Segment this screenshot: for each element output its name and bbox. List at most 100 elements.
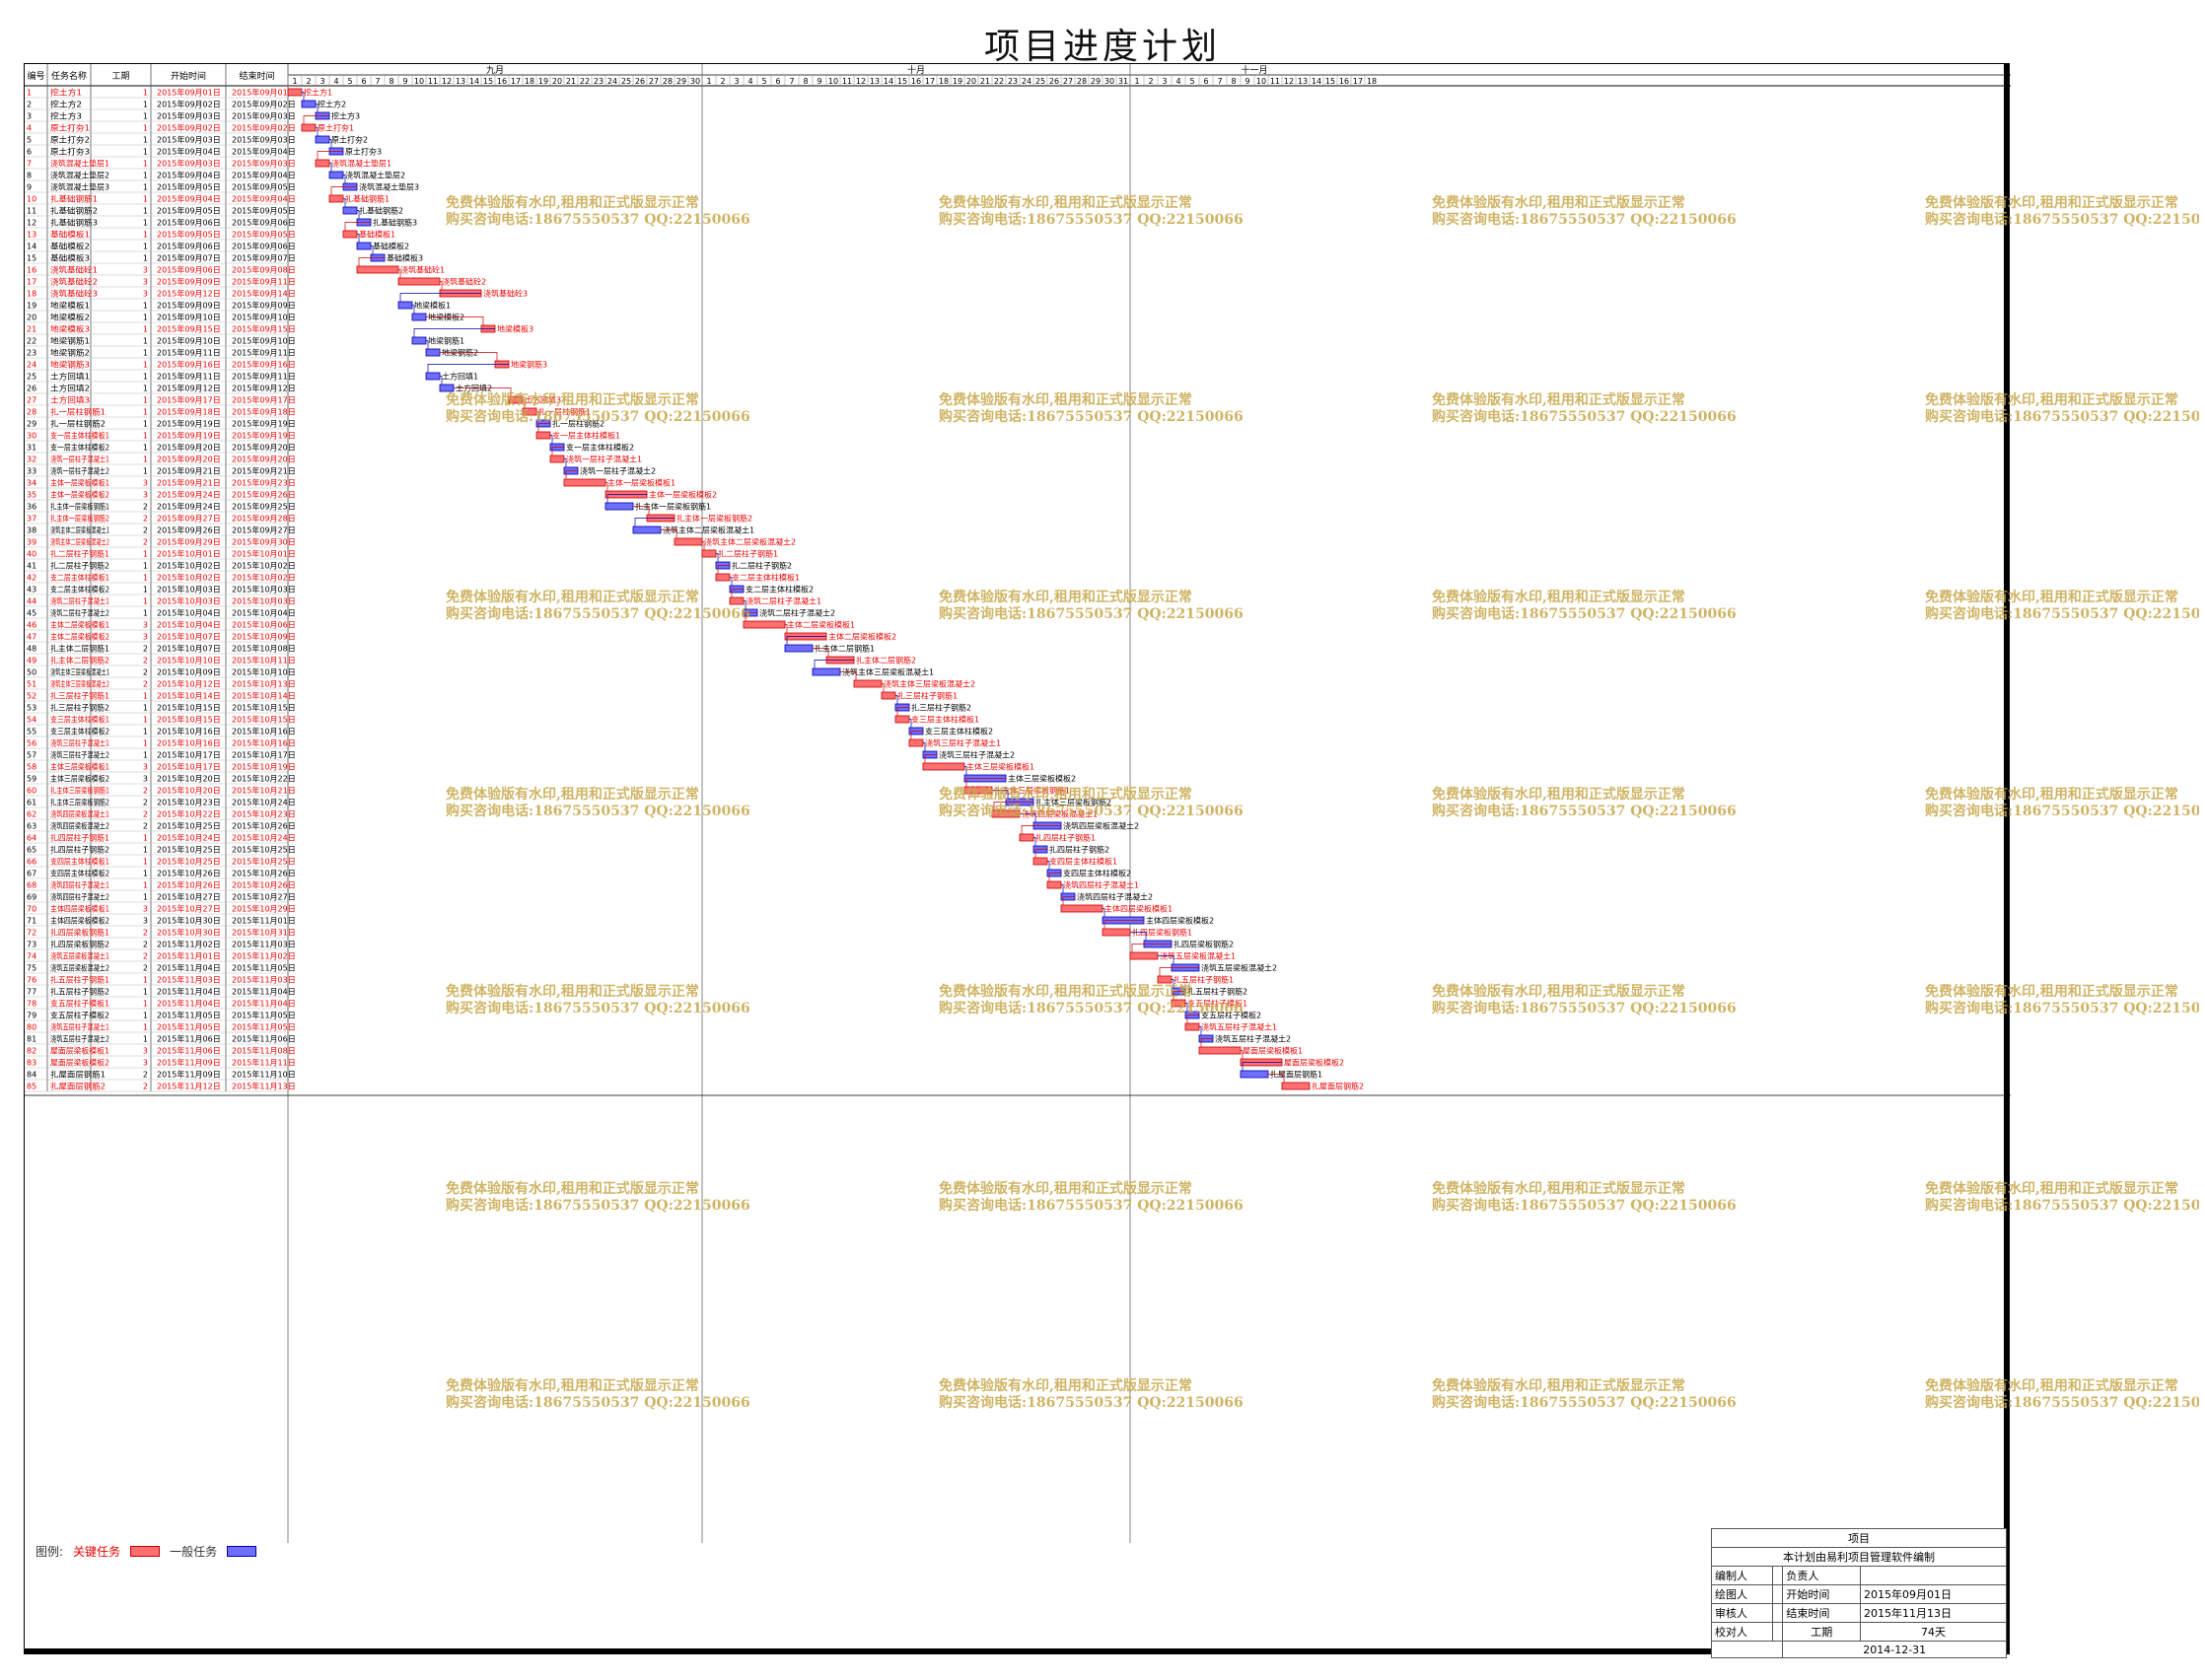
day-label: 11 bbox=[1270, 77, 1280, 86]
task-start: 2015年10月27日 bbox=[157, 892, 221, 902]
bar-label: 屋面层梁板模板1 bbox=[1243, 1046, 1303, 1056]
task-name: 浇筑基础砼2 bbox=[50, 277, 98, 287]
task-end: 2015年09月05日 bbox=[232, 182, 296, 192]
day-label: 5 bbox=[1189, 77, 1194, 86]
day-label: 2 bbox=[1148, 77, 1153, 86]
task-end: 2015年11月08日 bbox=[232, 1046, 296, 1056]
task-name: 支三层主体柱模板1 bbox=[50, 715, 109, 725]
task-start: 2015年09月03日 bbox=[157, 111, 221, 121]
task-bar bbox=[356, 242, 372, 250]
task-id: 49 bbox=[27, 657, 36, 665]
task-name: 支二层主体柱模板2 bbox=[50, 585, 109, 595]
task-id: 48 bbox=[27, 645, 36, 654]
task-duration: 1 bbox=[143, 420, 148, 429]
tb-drawer-label: 绘图人 bbox=[1711, 1584, 1773, 1604]
task-id: 58 bbox=[27, 763, 36, 772]
task-id: 78 bbox=[27, 1000, 36, 1009]
day-label: 16 bbox=[911, 77, 921, 86]
task-start: 2015年10月04日 bbox=[157, 620, 221, 630]
task-duration: 2 bbox=[143, 941, 148, 949]
bar-label: 主体四层梁板模板1 bbox=[1104, 904, 1173, 914]
task-duration: 1 bbox=[143, 231, 148, 240]
task-end: 2015年10月06日 bbox=[232, 620, 296, 630]
task-bar bbox=[743, 620, 786, 629]
task-name: 主体三层梁板模板1 bbox=[50, 762, 109, 772]
task-name: 扎基础钢筋1 bbox=[50, 194, 98, 204]
task-start: 2015年11月05日 bbox=[157, 1022, 221, 1032]
task-duration: 1 bbox=[143, 586, 148, 595]
tb-reviewer-label: 审核人 bbox=[1711, 1603, 1773, 1623]
day-label: 13 bbox=[1298, 77, 1308, 86]
day-label: 17 bbox=[925, 77, 935, 86]
task-end: 2015年10月04日 bbox=[232, 608, 296, 618]
task-bar bbox=[522, 407, 537, 416]
task-duration: 1 bbox=[143, 243, 148, 251]
task-end: 2015年09月05日 bbox=[232, 206, 296, 216]
task-name: 基础模板2 bbox=[50, 242, 90, 251]
task-duration: 1 bbox=[143, 136, 148, 145]
task-start: 2015年10月01日 bbox=[157, 549, 221, 559]
column-header-duration: 工期 bbox=[111, 71, 129, 82]
column-header-name: 任务名称 bbox=[51, 70, 87, 82]
task-name: 浇筑基础砼1 bbox=[50, 265, 98, 275]
bar-label: 扎基础钢筋2 bbox=[359, 206, 403, 216]
day-label: 16 bbox=[497, 77, 507, 86]
task-end: 2015年10月25日 bbox=[232, 845, 296, 855]
tb-end-label: 结束时间 bbox=[1782, 1603, 1862, 1623]
task-start: 2015年11月06日 bbox=[157, 1034, 221, 1044]
task-name: 浇筑主体二层梁板混凝土2 bbox=[50, 537, 109, 547]
bar-label: 扎一层柱钢筋2 bbox=[552, 419, 605, 429]
task-end: 2015年09月06日 bbox=[232, 242, 296, 251]
task-bar bbox=[1184, 1022, 1200, 1031]
bar-label: 主体三层梁板模板2 bbox=[1008, 774, 1076, 784]
task-start: 2015年10月17日 bbox=[157, 762, 221, 772]
task-start: 2015年09月24日 bbox=[157, 502, 221, 512]
task-name: 土方回填1 bbox=[50, 372, 90, 382]
task-name: 浇筑混凝土垫层2 bbox=[50, 171, 109, 180]
task-end: 2015年10月24日 bbox=[232, 798, 296, 807]
day-label: 25 bbox=[621, 77, 631, 86]
task-end: 2015年11月10日 bbox=[232, 1070, 296, 1080]
task-bar bbox=[784, 644, 814, 653]
task-id: 32 bbox=[27, 455, 36, 464]
task-id: 43 bbox=[27, 586, 36, 595]
task-end: 2015年09月08日 bbox=[232, 265, 296, 275]
task-id: 42 bbox=[27, 574, 36, 583]
task-end: 2015年09月21日 bbox=[232, 466, 296, 476]
task-start: 2015年10月25日 bbox=[157, 857, 221, 867]
task-bar bbox=[812, 667, 841, 676]
task-end: 2015年09月27日 bbox=[232, 525, 296, 535]
task-duration: 1 bbox=[143, 432, 148, 441]
day-label: 21 bbox=[566, 77, 576, 86]
task-end: 2015年09月04日 bbox=[232, 147, 296, 157]
task-id: 40 bbox=[27, 550, 36, 559]
task-duration: 1 bbox=[143, 385, 148, 393]
bar-label: 支二层主体柱模板1 bbox=[732, 573, 800, 583]
day-label: 12 bbox=[442, 77, 452, 86]
bar-label: 浇筑二层柱子混凝土2 bbox=[759, 608, 835, 618]
task-id: 52 bbox=[27, 692, 36, 701]
tb-owner-label: 负责人 bbox=[1782, 1566, 1862, 1585]
task-bar bbox=[535, 431, 551, 440]
bar-label: 地梁模板3 bbox=[497, 324, 533, 334]
task-name: 支五层柱子模板1 bbox=[50, 999, 109, 1009]
bar-label: 原土打夯1 bbox=[318, 123, 354, 133]
task-duration: 2 bbox=[143, 964, 148, 973]
day-label: 15 bbox=[1325, 77, 1335, 86]
bar-label: 扎主体一层梁板钢筋2 bbox=[676, 514, 752, 524]
task-id: 73 bbox=[27, 941, 36, 949]
task-bar bbox=[549, 455, 565, 463]
task-id: 9 bbox=[27, 183, 32, 192]
bar-label: 扎三层柱子钢筋2 bbox=[911, 703, 971, 713]
task-bar bbox=[397, 277, 441, 286]
day-label: 3 bbox=[1162, 77, 1167, 86]
task-duration: 1 bbox=[143, 396, 148, 405]
task-duration: 1 bbox=[143, 408, 148, 417]
bar-label: 支三层主体柱模板1 bbox=[911, 715, 979, 725]
task-id: 54 bbox=[27, 716, 36, 725]
day-label: 3 bbox=[734, 77, 739, 86]
task-start: 2015年10月17日 bbox=[157, 750, 221, 760]
task-start: 2015年10月14日 bbox=[157, 691, 221, 701]
task-end: 2015年11月11日 bbox=[232, 1058, 296, 1068]
bar-label: 扎五层柱子钢筋2 bbox=[1187, 987, 1247, 997]
